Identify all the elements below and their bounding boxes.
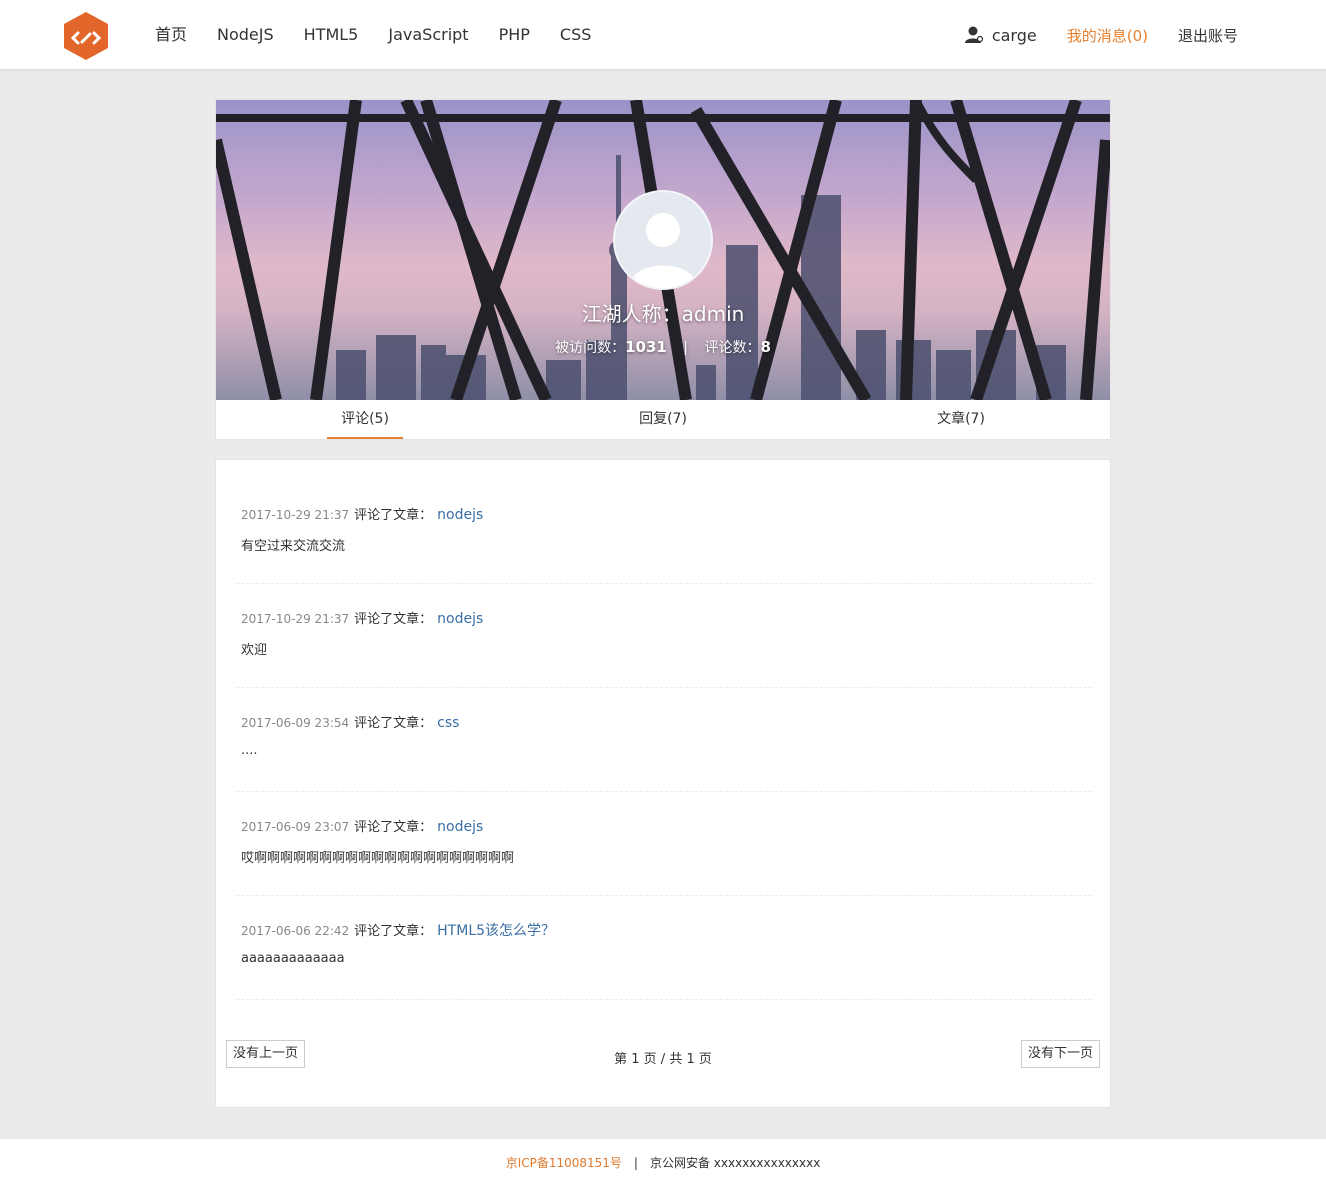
list-item: 2017-06-09 23:07 评论了文章： nodejs 哎啊啊啊啊啊啊啊啊啊啊…	[236, 816, 1092, 896]
comment-meta: 2017-06-09 23:54 评论了文章： css	[241, 712, 459, 731]
article-link[interactable]: css	[437, 715, 459, 731]
top-header: 首页 NodeJS HTML5 JavaScript PHP CSS carge…	[0, 0, 1326, 70]
comment-meta: 2017-06-09 23:07 评论了文章： nodejs	[241, 816, 483, 835]
comments-count: 8	[760, 338, 771, 356]
next-page-button[interactable]: 没有下一页	[1020, 1040, 1100, 1068]
footer-divider: |	[633, 1156, 638, 1170]
nav-home[interactable]: 首页	[155, 0, 187, 70]
tab-articles[interactable]: 文章(7)	[812, 400, 1110, 439]
nav-nodejs[interactable]: NodeJS	[217, 0, 274, 70]
list-item: 2017-06-09 23:54 评论了文章： css ....	[236, 712, 1092, 792]
nav-css[interactable]: CSS	[560, 0, 591, 70]
visits-count: 1031	[625, 338, 667, 356]
profile-banner: 江湖人称：admin 被访问数：1031 | 评论数：8	[216, 100, 1110, 400]
user-icon	[964, 26, 983, 43]
comment-action: 评论了文章：	[354, 508, 433, 523]
article-link[interactable]: nodejs	[437, 611, 483, 627]
user-menu[interactable]: carge	[964, 26, 1037, 45]
comments-label: 评论数：	[704, 340, 761, 356]
list-item: 2017-10-29 21:37 评论了文章： nodejs 欢迎	[236, 608, 1092, 688]
comment-time: 2017-06-06 22:42	[241, 924, 350, 938]
comment-meta: 2017-10-29 21:37 评论了文章： nodejs	[241, 608, 483, 627]
tab-replies[interactable]: 回复(7)	[514, 400, 812, 439]
article-link[interactable]: HTML5该怎么学？	[437, 923, 555, 939]
nav-php[interactable]: PHP	[499, 0, 530, 70]
user-area: carge 我的消息(0) 退出账号	[964, 0, 1238, 70]
comment-time: 2017-06-09 23:54	[241, 716, 350, 730]
main-nav: 首页 NodeJS HTML5 JavaScript PHP CSS	[155, 0, 621, 70]
site-footer: 京ICP备11008151号 | 京公网安备 xxxxxxxxxxxxxxx	[0, 1139, 1326, 1187]
list-item: 2017-10-29 21:37 评论了文章： nodejs 有空过来交流交流	[236, 504, 1092, 584]
list-item: 2017-06-06 22:42 评论了文章： HTML5该怎么学？ aaaaaaa…	[236, 920, 1092, 1000]
comment-content: 哎啊啊啊啊啊啊啊啊啊啊啊啊啊啊啊啊啊啊啊啊	[241, 851, 515, 866]
comment-content: 有空过来交流交流	[241, 539, 346, 554]
comment-meta: 2017-06-06 22:42 评论了文章： HTML5该怎么学？	[241, 920, 555, 940]
comments-panel: 2017-10-29 21:37 评论了文章： nodejs 有空过来交流交流 20…	[215, 459, 1111, 1108]
username: carge	[991, 25, 1037, 45]
tab-comments[interactable]: 评论(5)	[216, 400, 514, 439]
comment-action: 评论了文章：	[354, 716, 433, 731]
comment-content: ....	[241, 743, 258, 758]
comment-time: 2017-10-29 21:37	[241, 612, 350, 626]
icp-link[interactable]: 京ICP备11008151号	[506, 1156, 622, 1170]
comment-content: 欢迎	[241, 643, 268, 658]
profile-card: 江湖人称：admin 被访问数：1031 | 评论数：8 评论(5) 回复(7)…	[215, 99, 1111, 440]
comment-action: 评论了文章：	[354, 924, 433, 939]
visits-label: 被访问数：	[555, 340, 626, 356]
default-avatar-icon	[629, 213, 697, 288]
comment-time: 2017-10-29 21:37	[241, 508, 350, 522]
profile-stats: 被访问数：1031 | 评论数：8	[216, 337, 1110, 357]
comment-action: 评论了文章：	[354, 612, 433, 627]
logout-link[interactable]: 退出账号	[1178, 25, 1238, 46]
my-messages-link[interactable]: 我的消息(0)	[1067, 25, 1148, 46]
comment-time: 2017-06-09 23:07	[241, 820, 350, 834]
nav-html5[interactable]: HTML5	[304, 0, 359, 70]
comment-meta: 2017-10-29 21:37 评论了文章： nodejs	[241, 504, 483, 523]
page-info: 第 1 页 / 共 1 页	[614, 1052, 712, 1067]
site-logo-icon[interactable]	[63, 11, 109, 61]
article-link[interactable]: nodejs	[437, 507, 483, 523]
avatar	[613, 190, 713, 290]
nav-javascript[interactable]: JavaScript	[388, 0, 468, 70]
police-record: 京公网安备 xxxxxxxxxxxxxxx	[649, 1156, 821, 1170]
comment-action: 评论了文章：	[354, 820, 433, 835]
stats-divider: |	[683, 340, 689, 356]
comment-content: aaaaaaaaaaaaa	[241, 951, 345, 966]
profile-tabs: 评论(5) 回复(7) 文章(7)	[216, 400, 1110, 439]
article-link[interactable]: nodejs	[437, 819, 483, 835]
profile-nickname: 江湖人称：admin	[581, 302, 745, 326]
